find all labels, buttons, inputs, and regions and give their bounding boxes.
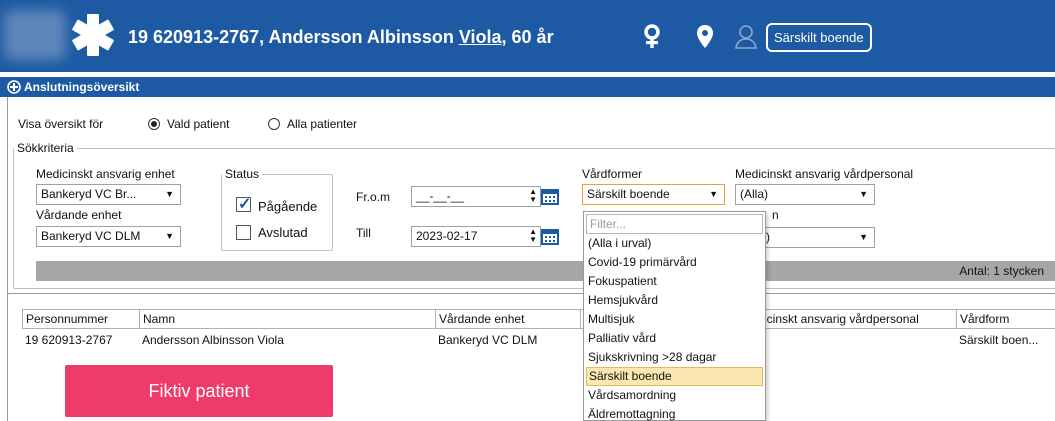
- overview-panel: Visa översikt för Vald patient Alla pati…: [7, 97, 1055, 421]
- cell-vardande-enhet: Bankeryd VC DLM: [438, 333, 538, 347]
- dropdown-filter-input[interactable]: Filter...: [586, 214, 763, 234]
- patient-identity: 19 620913-2767, Andersson Albinsson Viol…: [128, 27, 554, 48]
- med-personal-value: (Alla): [740, 187, 769, 201]
- patient-header: 19 620913-2767, Andersson Albinsson Viol…: [0, 0, 1055, 72]
- cell-med-personal: [760, 330, 956, 350]
- status-pagaende-label[interactable]: Pågående: [258, 199, 317, 214]
- status-avslutad-checkbox[interactable]: [236, 225, 251, 240]
- person-icon[interactable]: [734, 24, 758, 50]
- till-label: Till: [356, 226, 371, 240]
- col-vardande-enhet[interactable]: Vårdande enhet: [436, 310, 581, 328]
- from-date-input[interactable]: __-__-__ ▲ ▼: [411, 186, 541, 207]
- radio-vald-patient[interactable]: [148, 118, 160, 130]
- chevron-down-icon: ▼: [859, 232, 868, 242]
- from-label: Fr.o.m: [356, 190, 391, 204]
- cell-personnummer: 19 620913-2767: [25, 333, 113, 347]
- radio-vald-patient-label[interactable]: Vald patient: [167, 117, 230, 131]
- till-date-input[interactable]: 2023-02-17 ▲ ▼: [411, 226, 541, 247]
- calendar-icon[interactable]: [541, 227, 559, 245]
- med-enhet-select[interactable]: Bankeryd VC Br... ▼: [36, 184, 181, 205]
- vardformer-label: Vårdformer: [582, 167, 643, 181]
- fiktiv-patient-banner: Fiktiv patient: [65, 365, 333, 417]
- partial-label: n: [772, 208, 779, 222]
- patient-firstname[interactable]: Viola: [459, 27, 502, 47]
- table-header: Personnummer Namn Vårdande enhet icinskt…: [22, 309, 1055, 329]
- patient-name: Andersson Albinsson: [268, 27, 459, 47]
- med-enhet-value: Bankeryd VC Br...: [41, 187, 137, 201]
- dropdown-option[interactable]: Äldremottagning: [586, 405, 763, 421]
- from-date-value: __-__-__: [416, 189, 465, 203]
- dropdown-option[interactable]: Palliativ vård: [586, 329, 763, 348]
- results-bar: Antal: 1 stycken: [36, 261, 1055, 281]
- status-avslutad-label[interactable]: Avslutad: [258, 225, 308, 240]
- antal-count: Antal: 1 stycken: [959, 264, 1044, 278]
- status-legend: Status: [225, 167, 260, 181]
- dropdown-option[interactable]: Covid-19 primärvård: [586, 253, 763, 272]
- vardformer-value: Särskilt boende: [587, 187, 670, 201]
- dropdown-option[interactable]: Hemsjukvård: [586, 291, 763, 310]
- sarskilt-boende-button[interactable]: Särskilt boende: [766, 23, 872, 52]
- vardformer-select[interactable]: Särskilt boende ▼: [582, 184, 725, 205]
- radio-alla-patienter-label[interactable]: Alla patienter: [287, 117, 357, 131]
- chevron-down-icon: ▼: [709, 189, 718, 199]
- med-enhet-label: Medicinskt ansvarig enhet: [36, 167, 175, 181]
- cell-vardform: Särskilt boen...: [959, 333, 1039, 347]
- med-personal-label: Medicinskt ansvarig vårdpersonal: [735, 167, 914, 181]
- chevron-down-icon: ▼: [165, 189, 174, 199]
- dropdown-option[interactable]: Vårdsamordning: [586, 386, 763, 405]
- plus-circle-icon[interactable]: [7, 80, 21, 94]
- personnummer: 19 620913-2767,: [128, 27, 265, 47]
- calendar-icon[interactable]: [541, 187, 559, 205]
- sokkriterier-legend: Sökkriteria: [17, 141, 74, 155]
- vardande-enhet-value: Bankeryd VC DLM: [41, 229, 141, 243]
- vardande-enhet-select[interactable]: Bankeryd VC DLM ▼: [36, 226, 181, 247]
- visa-label: Visa översikt för: [18, 117, 104, 131]
- blurred-avatar: [4, 10, 66, 60]
- status-pagaende-checkbox[interactable]: [236, 194, 251, 214]
- location-pin-icon[interactable]: [696, 24, 714, 50]
- table-row[interactable]: 19 620913-2767 Andersson Albinsson Viola…: [22, 330, 1055, 350]
- section-title-bar: Anslutningsöversikt: [0, 77, 1055, 97]
- female-icon: [644, 24, 660, 48]
- chevron-down-icon: ▼: [859, 189, 868, 199]
- dropdown-option-highlighted[interactable]: Särskilt boende: [586, 367, 763, 386]
- col-med-personal[interactable]: icinskt ansvarig vårdpersonal: [761, 310, 957, 328]
- dropdown-option[interactable]: Sjukskrivning >28 dagar: [586, 348, 763, 367]
- dropdown-option[interactable]: Multisjuk: [586, 310, 763, 329]
- col-namn[interactable]: Namn: [140, 310, 436, 328]
- vardformer-dropdown[interactable]: Filter... (Alla i urval) Covid-19 primär…: [583, 211, 766, 421]
- col-vardform[interactable]: Vårdform: [957, 310, 1055, 328]
- medical-star-icon: [72, 14, 114, 56]
- spinner-icon[interactable]: ▲ ▼: [529, 188, 537, 204]
- radio-alla-patienter[interactable]: [268, 118, 280, 130]
- med-personal-select[interactable]: (Alla) ▼: [735, 184, 875, 205]
- spinner-icon[interactable]: ▲ ▼: [529, 228, 537, 244]
- divider: [8, 293, 1055, 294]
- dropdown-option[interactable]: Fokuspatient: [586, 272, 763, 291]
- chevron-down-icon: ▼: [165, 231, 174, 241]
- section-title: Anslutningsöversikt: [24, 80, 140, 94]
- dropdown-option[interactable]: (Alla i urval): [586, 234, 763, 253]
- cell-namn: Andersson Albinsson Viola: [142, 333, 284, 347]
- till-date-value: 2023-02-17: [416, 229, 478, 243]
- patient-age: , 60 år: [501, 27, 554, 47]
- vardande-enhet-label: Vårdande enhet: [36, 208, 122, 222]
- col-personnummer[interactable]: Personnummer: [23, 310, 140, 328]
